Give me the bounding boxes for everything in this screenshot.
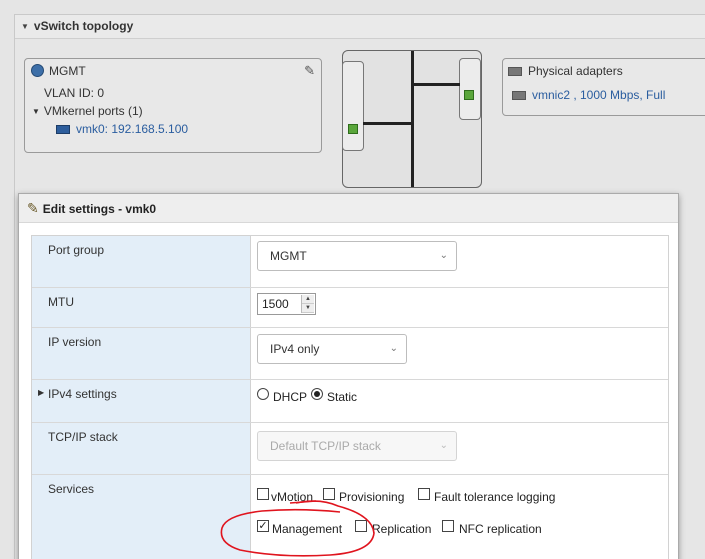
replication-label: Replication: [372, 522, 432, 536]
services-value-cell: vMotion Provisioning Fault tolerance log…: [251, 475, 668, 559]
tcpip-stack-value-cell: Default TCP/IP stack ⌄: [251, 423, 668, 474]
physical-adapters-box[interactable]: Physical adapters vmnic2 , 1000 Mbps, Fu…: [502, 58, 705, 116]
tcpip-stack-label: TCP/IP stack: [32, 423, 251, 474]
ipv4-settings-value-cell: DHCP Static: [251, 380, 668, 422]
pencil-icon[interactable]: ✎: [304, 63, 315, 79]
tcpip-stack-value: Default TCP/IP stack: [270, 439, 381, 453]
globe-icon: [31, 64, 44, 77]
fault-tolerance-checkbox[interactable]: [418, 488, 430, 500]
vmk0-link[interactable]: vmk0: 192.168.5.100: [56, 122, 188, 136]
ip-version-select[interactable]: IPv4 only ⌄: [257, 334, 407, 364]
port-group-value: MGMT: [270, 249, 307, 263]
fault-tolerance-label: Fault tolerance logging: [434, 490, 556, 504]
vmk0-label: vmk0: 192.168.5.100: [76, 122, 189, 136]
management-checkbox[interactable]: ✓: [257, 520, 269, 532]
port-icon: [464, 90, 474, 100]
physical-adapters-title: Physical adapters: [508, 64, 623, 78]
row-services: Services vMotion Provisioning Fault tole…: [32, 475, 668, 559]
management-label: Management: [272, 522, 343, 536]
mtu-value-cell: 1500 ▲ ▼: [251, 288, 668, 327]
provisioning-checkbox[interactable]: [323, 488, 335, 500]
port-group-label: Port group: [32, 236, 251, 287]
vswitch-graphic: [342, 50, 482, 188]
ip-version-value-cell: IPv4 only ⌄: [251, 328, 668, 379]
vmotion-checkbox[interactable]: [257, 488, 269, 500]
row-mtu: MTU 1500 ▲ ▼: [32, 288, 668, 328]
spin-down-icon[interactable]: ▼: [302, 304, 314, 313]
nic-icon: [508, 67, 522, 76]
switch-bus: [411, 51, 414, 187]
services-label: Services: [32, 475, 251, 559]
vlan-id: VLAN ID: 0: [44, 86, 105, 100]
row-port-group: Port group MGMT ⌄: [32, 236, 668, 288]
mtu-value: 1500: [262, 297, 289, 311]
dialog-header: ✎ Edit settings - vmk0: [19, 194, 678, 223]
dhcp-radio[interactable]: [257, 388, 269, 400]
nic-icon: [56, 125, 70, 134]
vmkernel-ports[interactable]: ▼ VMkernel ports (1): [32, 104, 143, 118]
switch-port-left: [342, 61, 364, 151]
mtu-label: MTU: [32, 288, 251, 327]
row-ipv4-settings: ▶ IPv4 settings DHCP Static: [32, 380, 668, 423]
topology-title: vSwitch topology: [33, 19, 134, 33]
nfc-replication-checkbox[interactable]: [442, 520, 454, 532]
vmnic2-label: vmnic2 , 1000 Mbps, Full: [532, 88, 666, 102]
vmotion-label: vMotion: [271, 490, 314, 504]
mtu-stepper[interactable]: 1500 ▲ ▼: [257, 293, 316, 315]
ipv4-settings-label: IPv4 settings: [48, 387, 117, 401]
vmkernel-ports-label: VMkernel ports (1): [43, 104, 143, 118]
row-tcpip-stack: TCP/IP stack Default TCP/IP stack ⌄: [32, 423, 668, 475]
switch-port-right: [459, 58, 481, 120]
physical-adapters-label: Physical adapters: [528, 64, 623, 78]
tcpip-stack-select: Default TCP/IP stack ⌄: [257, 431, 457, 461]
chevron-down-icon: ⌄: [389, 343, 398, 354]
edit-settings-dialog: ✎ Edit settings - vmk0 Port group MGMT ⌄ …: [18, 193, 679, 559]
port-icon: [348, 124, 358, 134]
settings-form: Port group MGMT ⌄ MTU 1500 ▲ ▼ IP versio…: [31, 235, 669, 559]
dialog-title: Edit settings - vmk0: [42, 202, 157, 216]
replication-checkbox[interactable]: [355, 520, 367, 532]
ip-version-value: IPv4 only: [270, 342, 320, 356]
static-label: Static: [327, 390, 358, 404]
provisioning-label: Provisioning: [339, 490, 405, 504]
nic-icon: [512, 91, 526, 100]
port-group-box[interactable]: MGMT ✎ VLAN ID: 0 ▼ VMkernel ports (1) vm…: [24, 58, 322, 153]
topology-header[interactable]: ▼ vSwitch topology: [15, 15, 705, 39]
dhcp-label: DHCP: [273, 390, 308, 404]
static-radio[interactable]: [311, 388, 323, 400]
expand-icon[interactable]: ▶: [38, 388, 44, 397]
vmnic2-link[interactable]: vmnic2 , 1000 Mbps, Full: [512, 88, 665, 102]
switch-link-left: [363, 122, 412, 125]
mtu-spin[interactable]: ▲ ▼: [301, 295, 314, 313]
port-group-title: MGMT: [31, 64, 86, 78]
ip-version-label: IP version: [32, 328, 251, 379]
ipv4-settings-label-cell[interactable]: ▶ IPv4 settings: [32, 380, 251, 422]
switch-link-right: [412, 83, 460, 86]
port-group-value-cell: MGMT ⌄: [251, 236, 668, 287]
nfc-replication-label: NFC replication: [459, 522, 542, 536]
row-ip-version: IP version IPv4 only ⌄: [32, 328, 668, 380]
chevron-down-icon: ⌄: [439, 440, 448, 451]
port-group-select[interactable]: MGMT ⌄: [257, 241, 457, 271]
chevron-down-icon: ⌄: [439, 250, 448, 261]
pencil-icon: ✎: [27, 200, 39, 216]
spin-up-icon[interactable]: ▲: [302, 295, 314, 304]
caret-down-icon: ▼: [32, 107, 40, 116]
caret-down-icon: ▼: [21, 22, 29, 31]
port-group-name: MGMT: [49, 64, 86, 78]
